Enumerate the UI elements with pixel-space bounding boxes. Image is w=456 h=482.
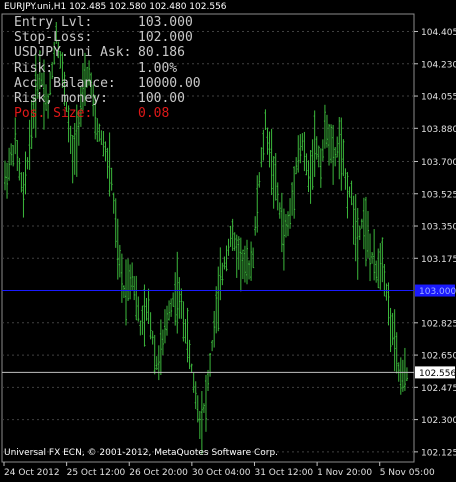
- overlay-row: Risk, money: 100.00: [14, 91, 201, 106]
- symbol-header: EURJPY.uni,H1 102.485 102.580 102.480 10…: [4, 2, 227, 12]
- overlay-label: Risk, money:: [14, 90, 108, 106]
- overlay-value: 102.000: [138, 30, 193, 46]
- overlay-value: 10000.00: [138, 75, 201, 91]
- price-tick-label: 103.350: [421, 223, 456, 233]
- overlay-row: USDJPY.uni Ask: 80.186: [14, 45, 201, 60]
- price-tick-label: 102.475: [421, 384, 456, 394]
- overlay-value: 1.00%: [138, 60, 178, 76]
- overlay-label: Risk:: [14, 60, 54, 76]
- time-tick-label: 5 Nov 05:00: [380, 468, 435, 478]
- price-tick-label: 104.230: [421, 60, 456, 70]
- overlay-label: Pos. Size:: [14, 106, 93, 122]
- time-tick-label: 31 Oct 12:00: [254, 468, 313, 478]
- overlay-row: Acc. Balance: 10000.00: [14, 76, 201, 91]
- overlay-row: Pos. Size: 0.08: [14, 106, 201, 121]
- price-tick-label: 103.175: [421, 255, 456, 265]
- time-tick-label: 24 Oct 2012: [4, 468, 60, 478]
- price-tick-label: 104.055: [421, 93, 456, 103]
- price-tick-label: 102.300: [421, 416, 456, 426]
- price-tick-label: 103.525: [421, 190, 456, 200]
- time-tick-label: 1 Nov 20:00: [317, 468, 372, 478]
- overlay-label: Acc. Balance:: [14, 75, 116, 91]
- overlay-value: 100.00: [138, 90, 185, 106]
- overlay-row: Risk: 1.00%: [14, 61, 201, 76]
- entry-level-label: 103.000: [419, 287, 456, 297]
- time-tick-label: 25 Oct 12:00: [67, 468, 126, 478]
- time-tick-label: 26 Oct 20:00: [129, 468, 188, 478]
- overlay-label: Entry Lvl:: [14, 15, 93, 30]
- chart-window[interactable]: 104.405 104.230 104.055 103.880 103.700 103.5…: [0, 0, 456, 482]
- overlay-label: Stop-Loss:: [14, 30, 93, 46]
- overlay-row: Entry Lvl: 103.000: [14, 15, 201, 30]
- overlay-value: 103.000: [138, 15, 193, 30]
- price-tick-label: 102.650: [421, 352, 456, 362]
- price-tick-label: 104.405: [421, 28, 456, 38]
- copyright-text: Universal FX ECN, © 2001-2012, MetaQuote…: [4, 448, 279, 458]
- price-tick-label: 103.880: [421, 125, 456, 135]
- price-tick-label: 102.825: [421, 319, 456, 329]
- current-price-label: 102.556: [419, 369, 456, 379]
- price-tick-label: 103.700: [421, 158, 456, 168]
- time-tick-label: 30 Oct 04:00: [192, 468, 251, 478]
- position-size-overlay: Entry Lvl: 103.000 Stop-Loss: 102.000 USDJPY…: [14, 15, 201, 121]
- overlay-value: 80.186: [138, 45, 185, 61]
- overlay-label: USDJPY.uni Ask:: [14, 45, 132, 61]
- overlay-value: 0.08: [138, 106, 170, 122]
- price-tick-label: 102.125: [421, 448, 456, 458]
- overlay-row: Stop-Loss: 102.000: [14, 30, 201, 45]
